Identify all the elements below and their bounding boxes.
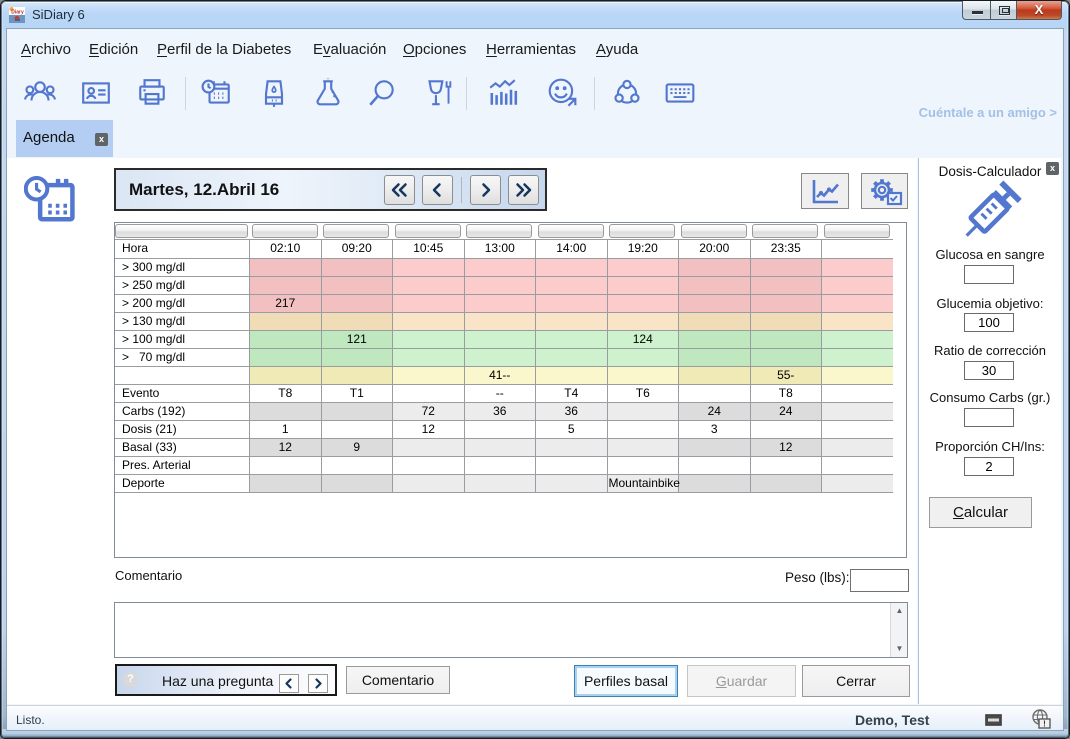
svg-text:Diary: Diary — [11, 10, 24, 16]
svg-text:!: ! — [1043, 720, 1046, 729]
